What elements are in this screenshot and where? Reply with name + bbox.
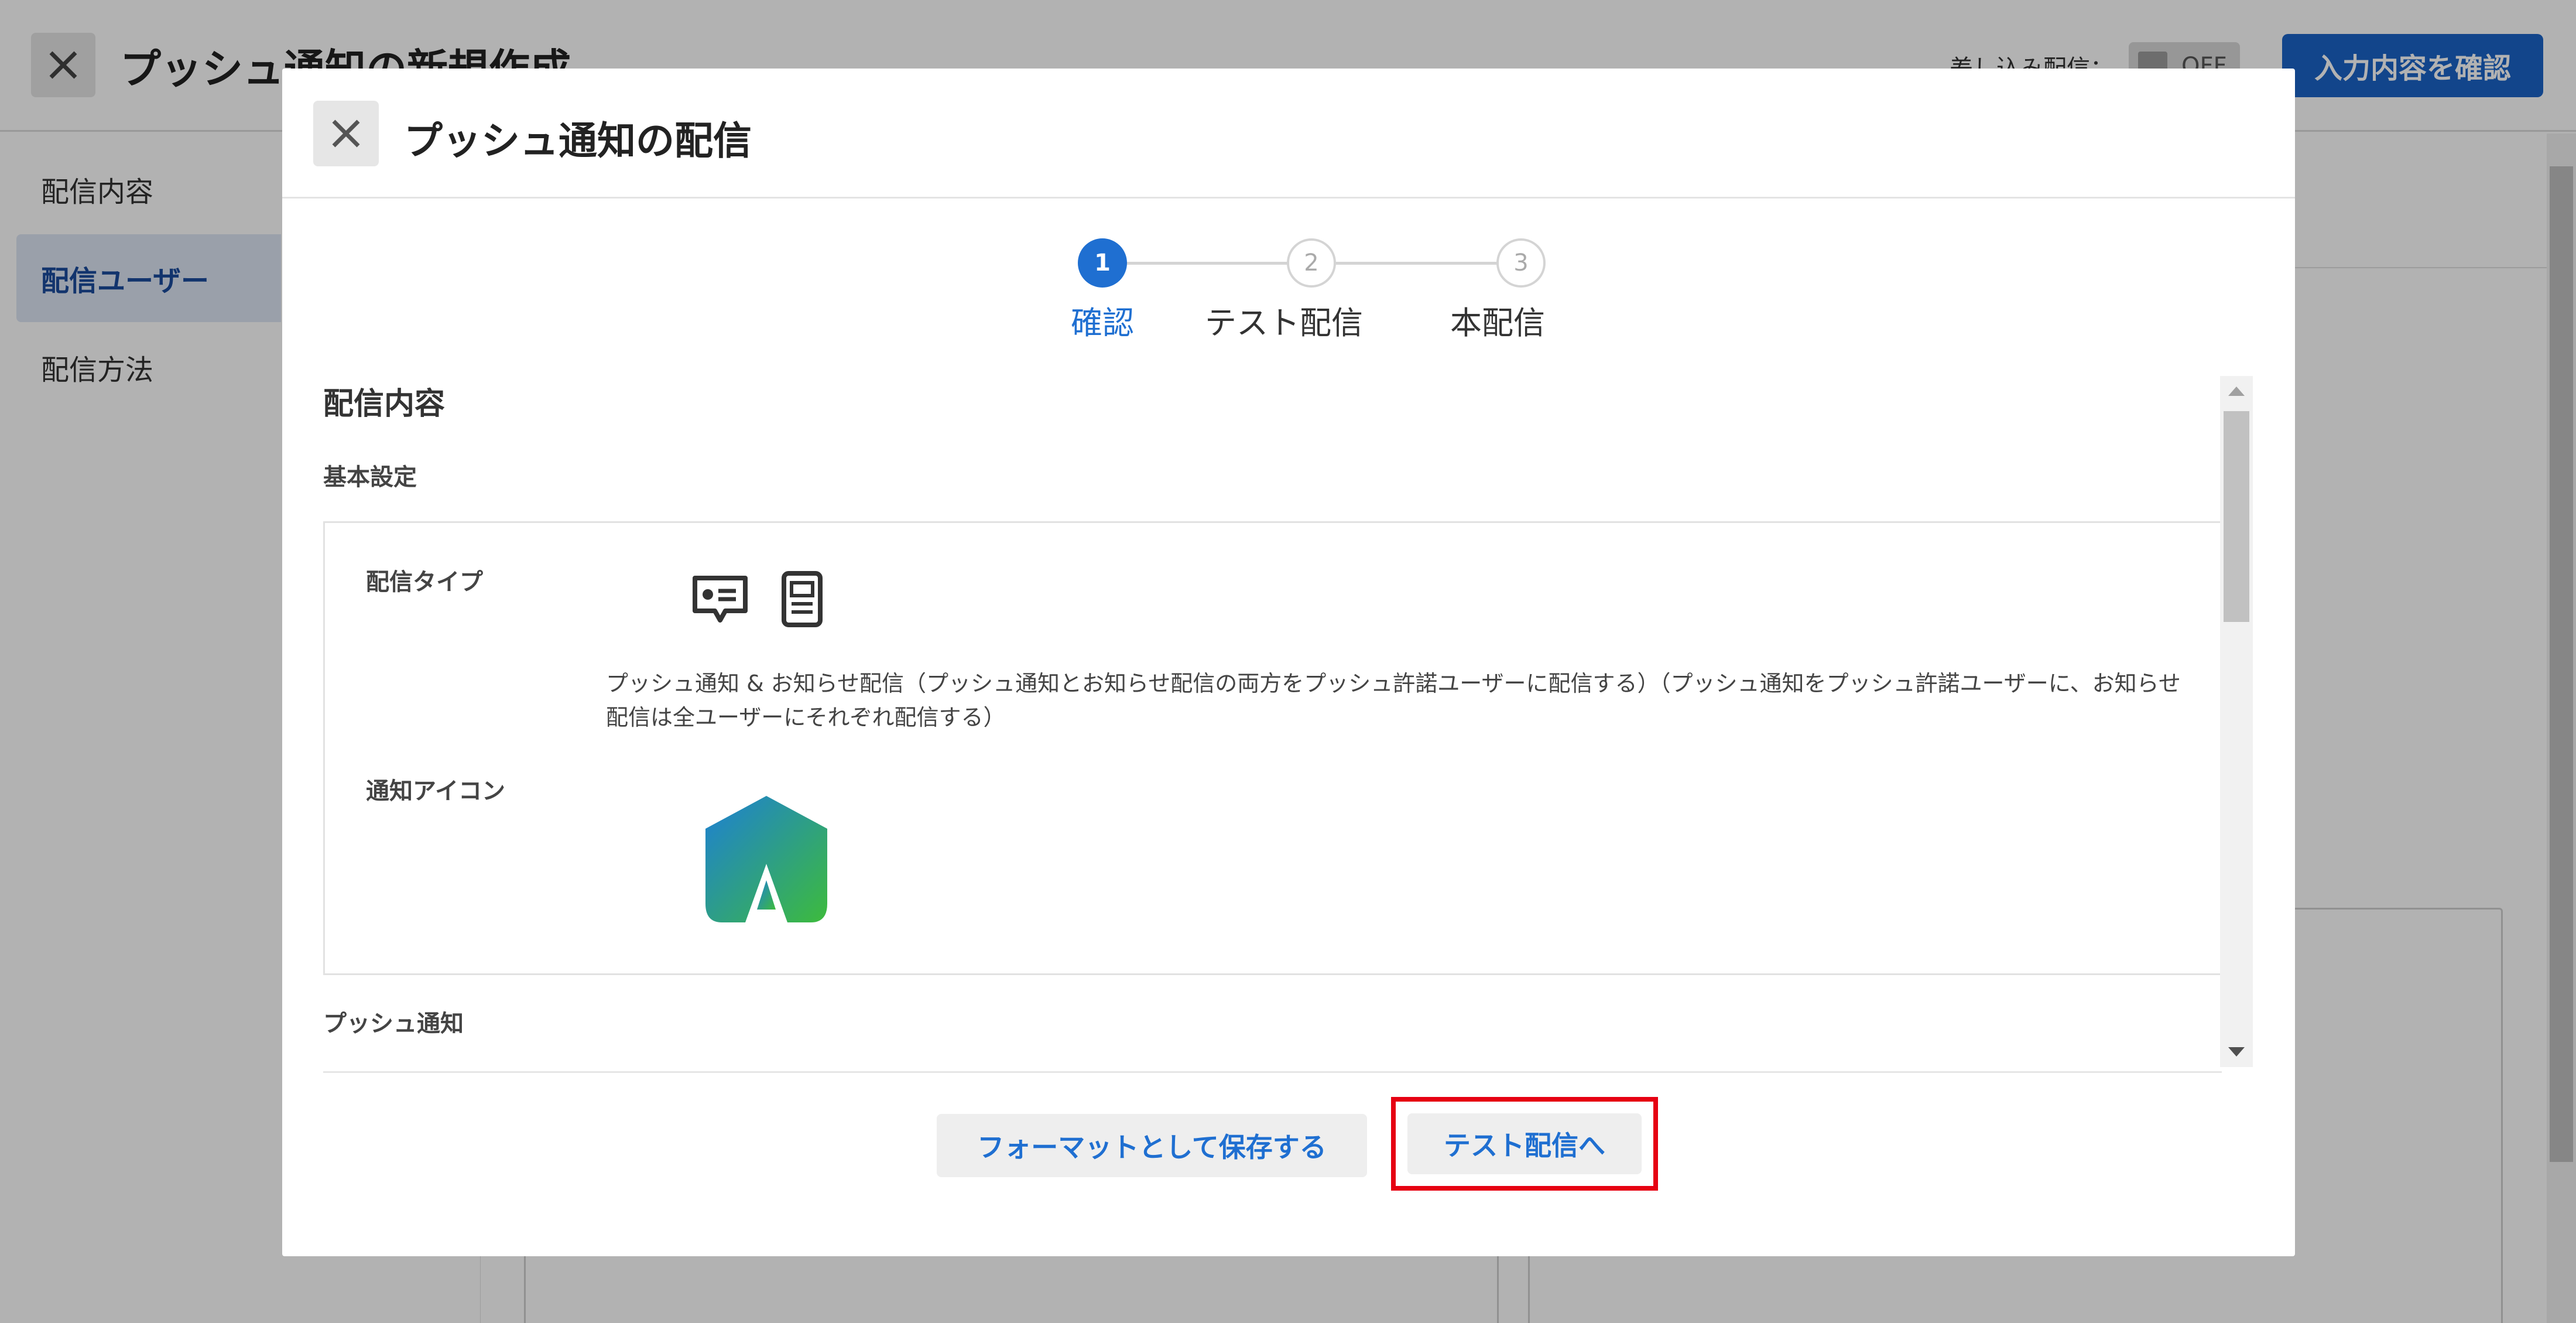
step-connector (1102, 262, 1311, 265)
delivery-type-label: 配信タイプ (366, 569, 483, 596)
delivery-type-description: プッシュ通知 & お知らせ配信（プッシュ通知とお知らせ配信の両方をプッシュ許諾ユ… (606, 671, 2181, 730)
basic-settings-box: 配信タイプ プッシュ通知 & お知らせ配信（プッシュ通知とお知らせ配信の両方をプ… (323, 521, 2222, 975)
push-notification-icon (693, 576, 748, 623)
step-1-circle: 1 (1078, 238, 1127, 288)
step-2-label: テスト配信 (1205, 305, 1363, 341)
basic-settings-heading: 基本設定 (323, 464, 417, 491)
scroll-down-icon[interactable] (2228, 1047, 2245, 1057)
step-1-label: 確認 (1071, 305, 1134, 341)
scroll-up-icon[interactable] (2228, 387, 2245, 396)
stepper: 1 2 3 確認 テスト配信 本配信 (282, 238, 2295, 341)
highlight-box: テスト配信へ (1391, 1097, 1658, 1191)
content-title: 配信内容 (323, 387, 446, 422)
step-connector (1311, 262, 1521, 265)
modal-header: プッシュ通知の配信 (282, 69, 2295, 199)
go-to-test-delivery-button[interactable]: テスト配信へ (1407, 1113, 1642, 1174)
close-icon (332, 119, 360, 148)
modal-scrollbar[interactable] (2220, 376, 2253, 1067)
step-2-circle: 2 (1287, 238, 1336, 288)
modal-close-button[interactable] (313, 101, 379, 166)
step-3-circle: 3 (1496, 238, 1546, 288)
scrollbar-thumb[interactable] (2224, 411, 2249, 622)
app-logo-icon (705, 796, 827, 922)
divider (323, 1071, 2222, 1073)
modal-title: プッシュ通知の配信 (404, 118, 752, 163)
push-notification-heading: プッシュ通知 (323, 1010, 464, 1037)
push-delivery-modal: プッシュ通知の配信 1 2 3 確認 テスト配信 本配信 配信内容 基本設定 配… (282, 69, 2295, 1256)
save-as-format-button[interactable]: フォーマットとして保存する (937, 1114, 1367, 1177)
step-3-label: 本配信 (1450, 305, 1545, 341)
notice-icon (782, 571, 823, 627)
notification-icon-label: 通知アイコン (366, 778, 505, 805)
